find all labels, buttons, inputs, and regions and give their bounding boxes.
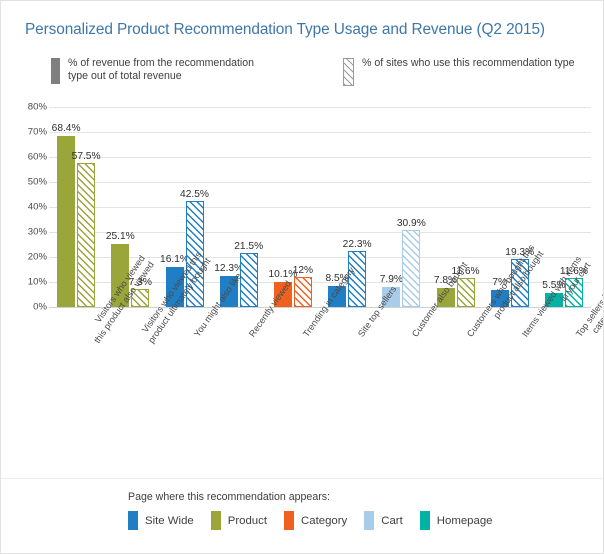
x-axis-labels: Visitors who viewed this product also vie… (49, 243, 603, 481)
y-axis-tick-label: 0% (33, 301, 47, 313)
page-legend-swatch-icon (210, 511, 221, 530)
y-axis-tick-label: 60% (27, 151, 47, 163)
y-axis: 0% 10% 20% 30% 40% 50% 60% 70% 80% (15, 102, 47, 313)
page-legend-item: Homepage (419, 511, 493, 530)
bar-group: 10.1% 12% (266, 107, 320, 307)
page-legend-swatch-icon (364, 511, 375, 530)
series-legend-label: % of revenue from the recommendation type… (68, 57, 255, 82)
page-legend-swatch-icon (419, 511, 430, 530)
page-legend-swatch-icon (284, 511, 295, 530)
series-legend: % of revenue from the recommendation type… (25, 57, 585, 97)
bar-value-label: 25.1% (105, 231, 135, 243)
bar-site-usage: 30.9% (397, 218, 426, 307)
bar-group: 68.4% 57.5% (49, 107, 103, 307)
page-legend-item: Cart (364, 511, 403, 530)
bar-site-usage: 11.6% (451, 266, 480, 307)
chart-card: Personalized Product Recommendation Type… (0, 0, 604, 554)
page-legend-label: Homepage (436, 514, 493, 527)
page-legend-item: Product (210, 511, 268, 530)
y-axis-tick-label: 30% (27, 226, 47, 238)
y-axis-tick-label: 20% (27, 251, 47, 263)
page-legend-label: Category (301, 514, 348, 527)
bar-site-usage: 21.5% (234, 241, 263, 307)
y-axis-tick-label: 10% (27, 276, 47, 288)
bar-value-label: 22.3% (342, 239, 372, 251)
series-legend-item: % of sites who use this recommendation t… (343, 57, 575, 86)
y-axis-tick-label: 80% (27, 101, 47, 113)
y-axis-tick-label: 70% (27, 126, 47, 138)
series-legend-item: % of revenue from the recommendation type… (51, 57, 254, 84)
page-legend-item: Site Wide (128, 511, 194, 530)
y-axis-tick-label: 40% (27, 201, 47, 213)
bar-value-label: 68.4% (51, 123, 81, 134)
page-legend-label: Site Wide (145, 514, 194, 527)
bar-value-label: 57.5% (71, 151, 101, 163)
bar-value-label: 12% (292, 265, 314, 276)
bar-value-label: 30.9% (396, 217, 426, 229)
bar-value-label: 42.5% (180, 188, 209, 200)
page-color-legend-title: Page where this recommendation appears: (128, 491, 330, 503)
page-color-legend-items: Site Wide Product Category Cart Homepage (128, 511, 510, 530)
solid-gray-swatch-icon (51, 58, 60, 84)
y-axis-tick-label: 50% (27, 176, 47, 188)
page-legend-swatch-icon (128, 511, 138, 530)
bar-value-label: 21.5% (234, 241, 264, 253)
bar-site-usage: 57.5% (72, 151, 101, 307)
hatched-gray-swatch-icon (343, 58, 354, 86)
page-legend-label: Cart (381, 514, 403, 527)
page-color-legend: Page where this recommendation appears: … (1, 478, 603, 553)
bar-group: 7.9% 30.9% (374, 107, 428, 307)
series-legend-label: % of sites who use this recommendation t… (362, 57, 575, 69)
page-legend-label: Product (227, 514, 268, 527)
bar-site-usage: 12% (293, 265, 313, 307)
page-legend-item: Category (284, 511, 347, 530)
chart-title: Personalized Product Recommendation Type… (25, 21, 545, 38)
